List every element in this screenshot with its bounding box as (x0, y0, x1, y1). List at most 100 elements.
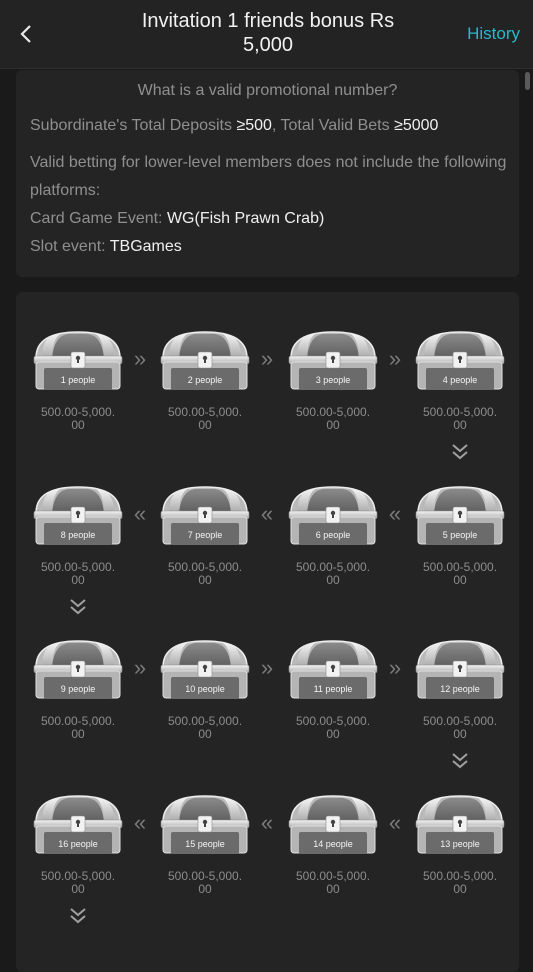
chest-label: 13 people (440, 839, 480, 849)
reward-chest[interactable]: 5 people (414, 483, 506, 545)
reward-chest[interactable]: 6 people (287, 483, 379, 545)
reward-chest[interactable]: 12 people (414, 637, 506, 699)
reward-amount-line2: 00 (453, 573, 467, 587)
card-game-value: WG(Fish Prawn Crab) (166, 210, 325, 227)
chest-label: 10 people (185, 684, 225, 694)
double-chevron-down-icon (452, 444, 468, 460)
bets-label: , Total Valid Bets (271, 117, 395, 134)
reward-chest[interactable]: 10 people (159, 637, 251, 699)
chest-label: 16 people (58, 839, 98, 849)
reward-chest[interactable]: 2 people (159, 328, 251, 390)
requirements-line: Subordinate's Total Deposits ≥500, Total… (30, 112, 438, 140)
chest-label: 4 people (442, 375, 478, 385)
chest-label: 11 people (313, 684, 353, 694)
note-line-1: Valid betting for lower-level members do… (30, 154, 507, 171)
arrow-left-icon: « (388, 501, 402, 526)
double-chevron-down-icon (450, 443, 470, 461)
reward-amount: 500.00-5,000. 00 (28, 870, 128, 896)
reward-amount: 500.00-5,000. 00 (155, 870, 255, 896)
chest-label: 9 people (60, 684, 96, 694)
slot-event-line: Slot event: TBGames (30, 233, 182, 261)
reward-amount-line2: 00 (453, 882, 467, 896)
history-link[interactable]: History (467, 24, 520, 44)
reward-amount: 500.00-5,000. 00 (410, 715, 510, 741)
reward-amount-line2: 00 (198, 573, 212, 587)
chest-label: 8 people (60, 530, 96, 540)
reward-amount: 500.00-5,000. 00 (28, 561, 128, 587)
reward-amount: 500.00-5,000. 00 (410, 561, 510, 587)
reward-amount: 500.00-5,000. 00 (410, 406, 510, 432)
arrow-left-icon: « (133, 501, 147, 526)
deposits-label: Subordinate's Total Deposits (30, 117, 237, 134)
reward-amount-line2: 00 (198, 418, 212, 432)
reward-amount: 500.00-5,000. 00 (283, 406, 383, 432)
double-chevron-down-icon (68, 907, 88, 925)
reward-amount-line2: 00 (71, 882, 85, 896)
reward-amount: 500.00-5,000. 00 (28, 406, 128, 432)
arrow-right-icon: » (388, 346, 402, 371)
reward-amount-line2: 00 (453, 418, 467, 432)
slot-event-label: Slot event: (30, 238, 110, 255)
arrow-right-icon: » (133, 655, 147, 680)
double-chevron-down-icon (68, 598, 88, 616)
reward-amount-line2: 00 (326, 882, 340, 896)
bets-value: ≥5000 (394, 117, 439, 134)
scrollbar-thumb[interactable] (525, 72, 530, 90)
reward-chest[interactable]: 4 people (414, 328, 506, 390)
arrow-right-icon: » (260, 346, 274, 371)
double-chevron-down-icon (70, 599, 86, 615)
back-button[interactable] (14, 22, 38, 46)
reward-amount: 500.00-5,000. 00 (155, 715, 255, 741)
arrow-right-icon: » (133, 346, 147, 371)
reward-chest[interactable]: 11 people (287, 637, 379, 699)
page-title: Invitation 1 friends bonus Rs 5,000 (120, 9, 416, 57)
reward-chest[interactable]: 7 people (159, 483, 251, 545)
reward-amount-line2: 00 (326, 573, 340, 587)
info-card: What is a valid promotional number? Subo… (16, 70, 519, 277)
reward-amount: 500.00-5,000. 00 (155, 561, 255, 587)
reward-amount-line2: 00 (326, 727, 340, 741)
reward-chest[interactable]: 15 people (159, 792, 251, 854)
slot-event-value: TBGames (109, 238, 182, 255)
card-game-label: Card Game Event: (30, 210, 167, 227)
arrow-left-icon: « (260, 501, 274, 526)
reward-chest[interactable]: 13 people (414, 792, 506, 854)
deposits-value: ≥500 (236, 117, 272, 134)
reward-amount: 500.00-5,000. 00 (283, 715, 383, 741)
double-chevron-down-icon (450, 752, 470, 770)
chest-label: 6 people (315, 530, 351, 540)
chest-label: 3 people (315, 375, 351, 385)
reward-amount: 500.00-5,000. 00 (410, 870, 510, 896)
chest-label: 14 people (313, 839, 353, 849)
note-line-2: platforms: (30, 182, 101, 199)
reward-chest[interactable]: 8 people (32, 483, 124, 545)
card-game-line: Card Game Event: WG(Fish Prawn Crab) (30, 205, 324, 233)
reward-amount: 500.00-5,000. 00 (283, 870, 383, 896)
reward-amount: 500.00-5,000. 00 (283, 561, 383, 587)
reward-amount: 500.00-5,000. 00 (28, 715, 128, 741)
chest-label: 15 people (185, 839, 225, 849)
reward-amount-line2: 00 (198, 727, 212, 741)
page-title-line1: Invitation 1 friends bonus Rs (141, 10, 395, 32)
info-question: What is a valid promotional number? (137, 82, 398, 99)
arrow-left-icon: « (133, 810, 147, 835)
double-chevron-down-icon (70, 908, 86, 924)
header-bar: Invitation 1 friends bonus Rs 5,000 Hist… (0, 0, 533, 69)
reward-amount-line2: 00 (453, 727, 467, 741)
reward-amount-line2: 00 (71, 573, 85, 587)
arrow-right-icon: » (388, 655, 402, 680)
reward-chest[interactable]: 3 people (287, 328, 379, 390)
reward-chest[interactable]: 9 people (32, 637, 124, 699)
reward-chest[interactable]: 1 people (32, 328, 124, 390)
reward-amount: 500.00-5,000. 00 (155, 406, 255, 432)
reward-grid: 1 people 500.00-5,000. 00 » 2 people 500.00-… (16, 292, 519, 972)
chest-label: 1 people (60, 375, 96, 385)
chest-label: 2 people (187, 375, 223, 385)
reward-chest[interactable]: 16 people (32, 792, 124, 854)
reward-amount-line2: 00 (71, 418, 85, 432)
reward-chest[interactable]: 14 people (287, 792, 379, 854)
chevron-left-icon (20, 25, 31, 43)
reward-amount-line2: 00 (198, 882, 212, 896)
chest-label: 7 people (187, 530, 223, 540)
arrow-right-icon: » (260, 655, 274, 680)
